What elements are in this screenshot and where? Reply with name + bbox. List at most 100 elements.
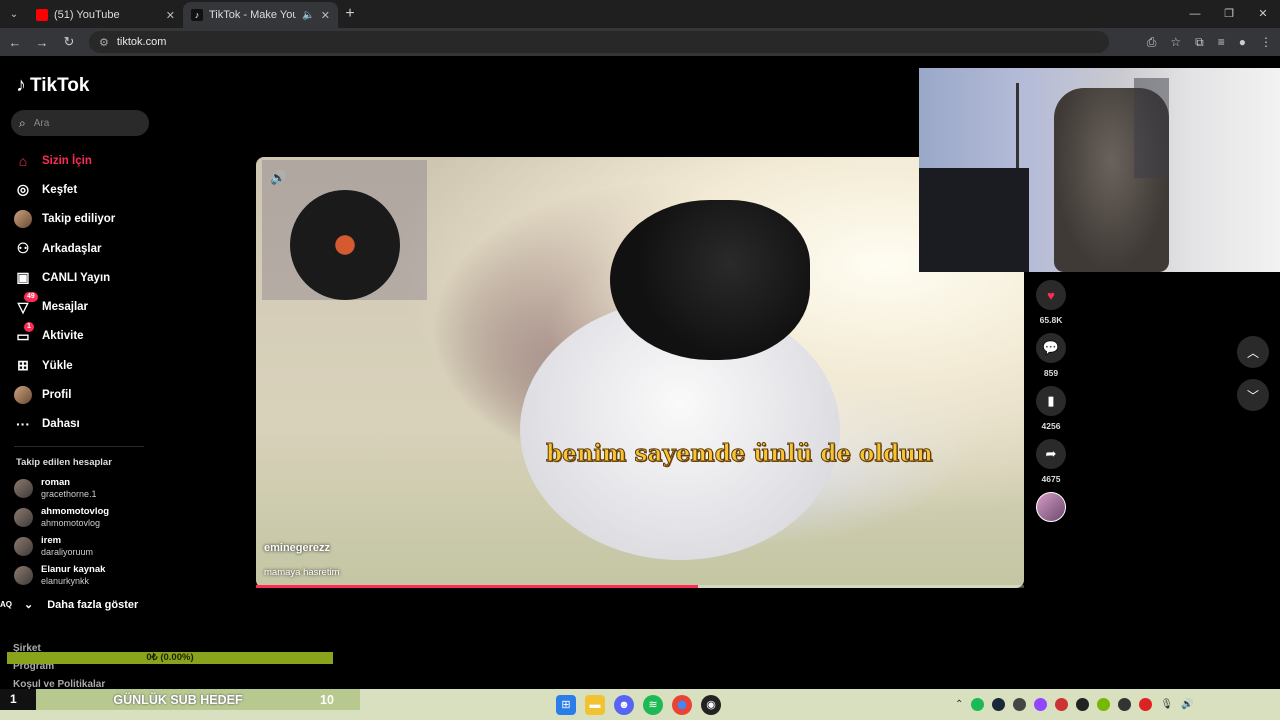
- vinyl-record: [290, 190, 400, 300]
- sidebar-item-more[interactable]: ··· Dahası: [14, 410, 115, 439]
- activity-badge: 1: [24, 321, 34, 332]
- microphone-icon[interactable]: 🎙: [1160, 699, 1173, 710]
- sidebar-item-label: Mesajlar: [42, 301, 89, 314]
- tiktok-favicon-icon: ♪: [191, 9, 203, 21]
- logo-text: TikTok: [30, 74, 90, 96]
- show-more-label: Daha fazla göster: [47, 598, 139, 611]
- tab-title: (51) YouTube: [54, 9, 120, 21]
- media-controls-icon[interactable]: ≡: [1218, 35, 1225, 49]
- tray-app-icon[interactable]: [1118, 698, 1132, 711]
- following-account[interactable]: irem daraliyoruum: [14, 532, 109, 561]
- close-tab-icon[interactable]: ✕: [321, 9, 330, 22]
- install-app-icon[interactable]: ⎙: [1147, 35, 1157, 50]
- heart-icon[interactable]: ♥: [1036, 280, 1066, 310]
- tray-app-icon[interactable]: [1076, 698, 1090, 711]
- messages-badge: 49: [24, 292, 38, 303]
- discord-icon[interactable]: ☻: [614, 694, 634, 715]
- close-tab-icon[interactable]: ✕: [166, 9, 175, 22]
- tiktok-logo[interactable]: ♪ TikTok: [16, 74, 89, 97]
- sub-goal-overlay: 1 GÜNLÜK SUB HEDEF 10: [0, 689, 360, 710]
- site-info-icon[interactable]: ⚙: [99, 36, 109, 49]
- tab-tiktok[interactable]: ♪ TikTok - Make Your Day 🔈 ✕: [183, 2, 338, 28]
- sub-goal-count: 10: [320, 692, 334, 707]
- share-icon[interactable]: ➦: [1036, 439, 1066, 469]
- video-player[interactable]: 🔊 benim sayemde ünlü de oldun eminegerez…: [256, 157, 1024, 588]
- more-icon: ···: [16, 416, 30, 433]
- tray-app-icon[interactable]: [1013, 698, 1027, 711]
- sub-goal-rank: 1: [0, 689, 36, 710]
- sidebar-item-live[interactable]: ▣ CANLI Yayın: [14, 263, 115, 292]
- address-bar: ← → ↻ ⚙ tiktok.com ⎙ ☆ ⧉ ≡ ● ⋮: [0, 28, 1280, 56]
- creator-avatar[interactable]: [1036, 492, 1066, 522]
- comment-action: 💬 859: [1035, 333, 1067, 378]
- back-button[interactable]: ←: [3, 35, 27, 50]
- tray-nvidia-icon[interactable]: [1097, 698, 1111, 711]
- video-caption: benim sayemde ünlü de oldun: [546, 440, 934, 468]
- tray-record-icon[interactable]: [1139, 698, 1153, 711]
- sidebar-item-upload[interactable]: ⊞ Yükle: [14, 351, 115, 380]
- tray-chevron-up-icon[interactable]: ⌃: [955, 699, 963, 710]
- tab-title: TikTok - Make Your Day: [209, 9, 297, 21]
- profile-avatar: [14, 386, 32, 405]
- tray-app-icon[interactable]: [1055, 698, 1069, 711]
- volume-icon[interactable]: 🔊: [270, 170, 286, 186]
- avatar: [14, 479, 33, 498]
- sidebar-divider: [14, 446, 144, 447]
- search-input[interactable]: ⌕ Ara: [11, 110, 149, 136]
- bookshelf: [1134, 78, 1169, 178]
- tray-pen-icon[interactable]: [1034, 698, 1048, 711]
- account-name: ahmomotovlog: [41, 506, 110, 517]
- windows-start-icon[interactable]: ⊞: [556, 694, 576, 715]
- previous-video-button[interactable]: ︿: [1237, 336, 1269, 368]
- sidebar-item-label: Arkadaşlar: [42, 242, 102, 255]
- obs-icon[interactable]: ◉: [701, 694, 721, 715]
- video-author[interactable]: eminegerezz: [264, 542, 330, 554]
- chevron-down-icon: ⌄: [24, 599, 34, 611]
- sidebar: ♪ TikTok ⌕ Ara ⌂ Sizin İçin ◎ Keşfet Tak…: [0, 56, 160, 696]
- profile-avatar[interactable]: ●: [1239, 35, 1246, 49]
- tray-spotify-icon[interactable]: [971, 698, 985, 711]
- show-more-button[interactable]: AQ ⌄ Daha fazla göster: [0, 598, 139, 612]
- sidebar-item-label: CANLI Yayın: [42, 271, 111, 284]
- cat-head: [610, 200, 810, 360]
- chrome-icon[interactable]: [672, 694, 692, 715]
- account-name: roman: [41, 477, 71, 488]
- account-name: Elanur kaynak: [41, 564, 106, 575]
- taskbar-clock[interactable]: [1272, 696, 1274, 705]
- extensions-icon[interactable]: ⧉: [1195, 35, 1204, 50]
- comment-icon[interactable]: 💬: [1036, 333, 1066, 363]
- account-handle: ahmomotovlog: [41, 517, 101, 528]
- file-explorer-icon[interactable]: ▬: [585, 694, 605, 715]
- close-window-button[interactable]: ✕: [1246, 0, 1280, 28]
- tab-audio-icon[interactable]: 🔈: [302, 10, 314, 21]
- new-tab-button[interactable]: +: [338, 5, 362, 23]
- restore-button[interactable]: ❐: [1212, 0, 1246, 28]
- sidebar-item-explore[interactable]: ◎ Keşfet: [14, 175, 115, 204]
- sidebar-item-friends[interactable]: ⚇ Arkadaşlar: [14, 234, 115, 263]
- compass-icon: ◎: [16, 181, 30, 198]
- following-account[interactable]: Elanur kaynak elanurkynkk: [14, 561, 109, 590]
- browser-menu-icon[interactable]: ⋮: [1260, 35, 1272, 49]
- forward-button[interactable]: →: [30, 35, 54, 50]
- next-video-button[interactable]: ﹀: [1237, 379, 1269, 411]
- tab-search-chevron-icon[interactable]: ⌄: [0, 0, 28, 28]
- sidebar-item-activity[interactable]: ▭ 1 Aktivite: [14, 321, 115, 351]
- sidebar-item-profile[interactable]: Profil: [14, 380, 115, 409]
- video-progress-fill: [256, 585, 699, 588]
- following-account[interactable]: ahmomotovlog ahmomotovlog: [14, 503, 109, 532]
- spotify-icon[interactable]: ≋: [643, 694, 663, 715]
- sidebar-nav: ⌂ Sizin İçin ◎ Keşfet Takip ediliyor ⚇ A…: [14, 146, 115, 439]
- sidebar-item-following[interactable]: Takip ediliyor: [14, 205, 115, 234]
- following-account[interactable]: roman gracethorne.1: [14, 474, 109, 503]
- url-input[interactable]: ⚙ tiktok.com: [89, 31, 1109, 53]
- bookmark-star-icon[interactable]: ☆: [1170, 35, 1181, 49]
- volume-tray-icon[interactable]: 🔊: [1181, 699, 1193, 710]
- sidebar-item-for-you[interactable]: ⌂ Sizin İçin: [14, 146, 115, 175]
- tab-youtube[interactable]: (51) YouTube ✕: [28, 2, 183, 28]
- bookmark-icon[interactable]: ▮: [1036, 386, 1066, 416]
- video-progress-bar[interactable]: [256, 585, 1024, 588]
- minimize-button[interactable]: —: [1178, 0, 1212, 28]
- reload-button[interactable]: ↻: [57, 34, 81, 50]
- sidebar-item-messages[interactable]: ▽ 49 Mesajlar: [14, 292, 115, 321]
- tray-steam-icon[interactable]: [992, 698, 1006, 711]
